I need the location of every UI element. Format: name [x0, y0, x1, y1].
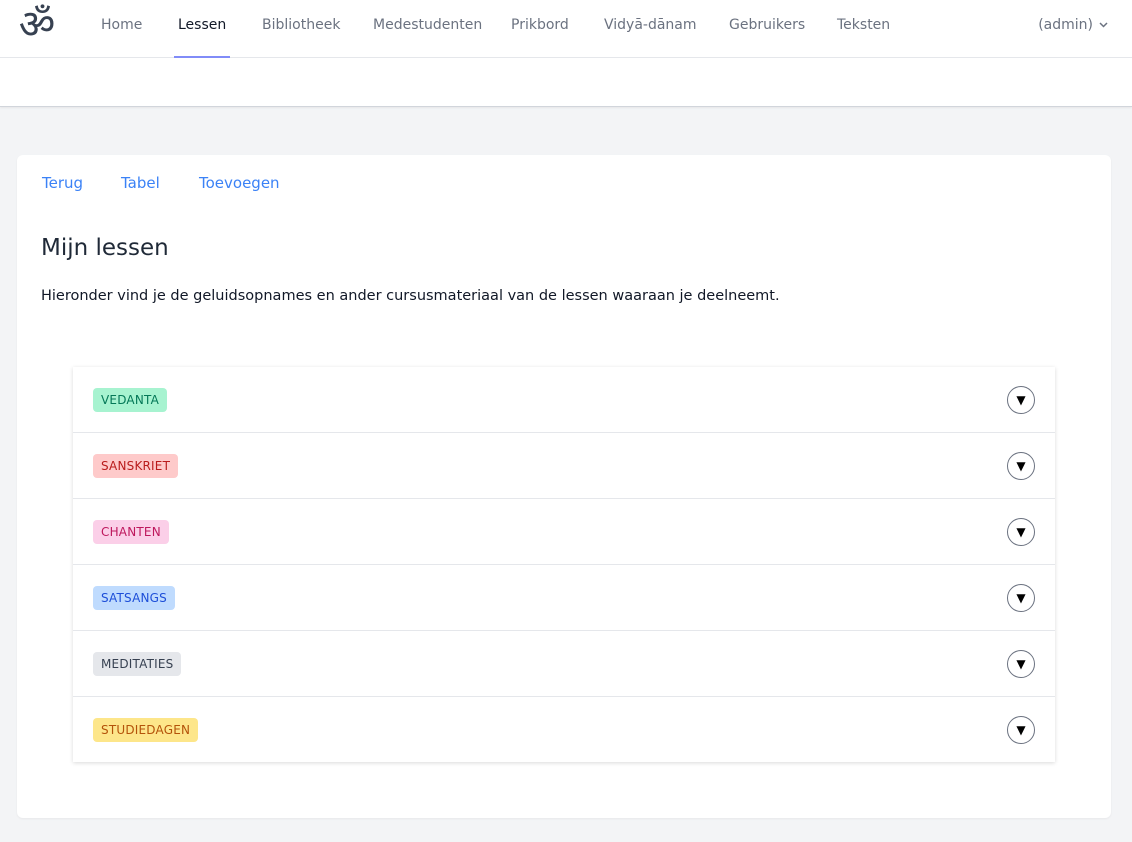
- category-row-sanskriet[interactable]: SANSKRIET ▼: [73, 432, 1055, 498]
- table-link[interactable]: Tabel: [121, 174, 160, 192]
- nav-item-medestudenten[interactable]: Medestudenten: [373, 0, 482, 57]
- lessons-card: Terug Tabel Toevoegen Mijn lessen Hieron…: [17, 155, 1111, 818]
- lesson-categories-accordion: VEDANTA ▼ SANSKRIET ▼ CHANTEN ▼ SATSANGS…: [73, 367, 1055, 762]
- nav-item-gebruikers[interactable]: Gebruikers: [729, 0, 805, 57]
- top-bar: ॐ Home Lessen Bibliotheek Medestudenten …: [0, 0, 1132, 107]
- page-title: Mijn lessen: [41, 235, 169, 261]
- main-navigation: ॐ Home Lessen Bibliotheek Medestudenten …: [0, 0, 1132, 58]
- expand-toggle-icon[interactable]: ▼: [1007, 518, 1035, 546]
- nav-item-home[interactable]: Home: [101, 0, 142, 57]
- back-link[interactable]: Terug: [42, 174, 83, 192]
- nav-item-prikbord[interactable]: Prikbord: [511, 0, 569, 57]
- category-badge: SATSANGS: [93, 586, 175, 610]
- nav-item-lessen[interactable]: Lessen: [173, 0, 231, 58]
- category-badge: VEDANTA: [93, 388, 168, 412]
- category-row-vedanta[interactable]: VEDANTA ▼: [73, 367, 1055, 432]
- chevron-down-icon: [1099, 1, 1108, 51]
- user-label: (admin): [1038, 17, 1093, 33]
- add-link[interactable]: Toevoegen: [199, 174, 280, 192]
- category-row-studiedagen[interactable]: STUDIEDAGEN ▼: [73, 696, 1055, 762]
- expand-toggle-icon[interactable]: ▼: [1007, 716, 1035, 744]
- intro-text: Hieronder vind je de geluidsopnames en a…: [41, 288, 780, 304]
- user-menu[interactable]: (admin): [1038, 0, 1108, 50]
- expand-toggle-icon[interactable]: ▼: [1007, 650, 1035, 678]
- category-badge: CHANTEN: [93, 520, 169, 544]
- category-badge: MEDITATIES: [93, 652, 182, 676]
- nav-item-teksten[interactable]: Teksten: [837, 0, 890, 57]
- expand-toggle-icon[interactable]: ▼: [1007, 452, 1035, 480]
- expand-toggle-icon[interactable]: ▼: [1007, 386, 1035, 414]
- om-logo-icon[interactable]: ॐ: [15, 3, 59, 47]
- expand-toggle-icon[interactable]: ▼: [1007, 584, 1035, 612]
- category-badge: SANSKRIET: [93, 454, 179, 478]
- nav-item-bibliotheek[interactable]: Bibliotheek: [262, 0, 340, 57]
- category-row-satsangs[interactable]: SATSANGS ▼: [73, 564, 1055, 630]
- category-row-meditaties[interactable]: MEDITATIES ▼: [73, 630, 1055, 696]
- category-row-chanten[interactable]: CHANTEN ▼: [73, 498, 1055, 564]
- nav-item-vidya-danam[interactable]: Vidyā-dānam: [604, 0, 697, 57]
- category-badge: STUDIEDAGEN: [93, 718, 199, 742]
